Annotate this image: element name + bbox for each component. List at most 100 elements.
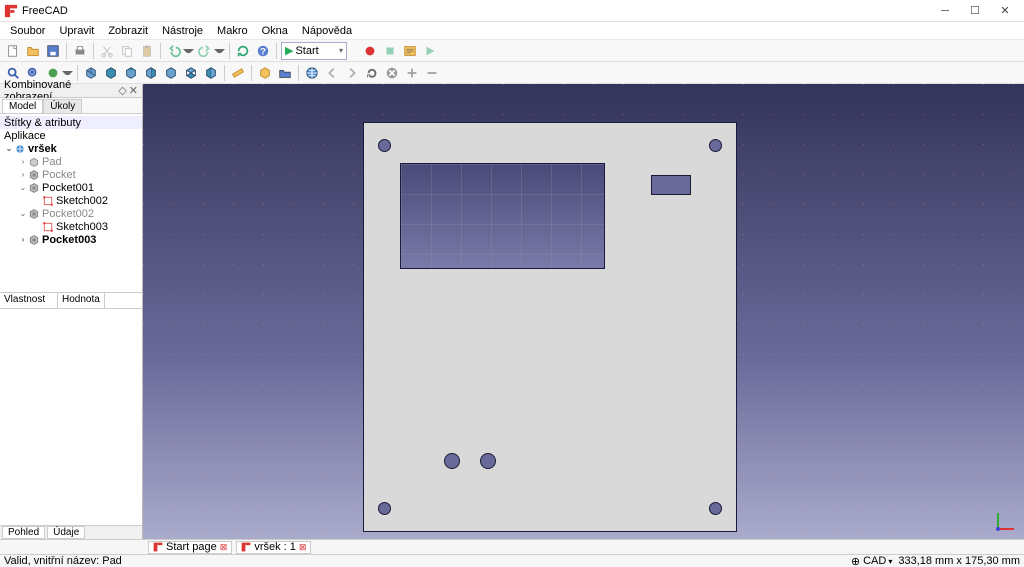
tree-twist-icon[interactable]: › — [18, 170, 28, 179]
tree-twist-icon[interactable]: ⌄ — [18, 209, 28, 218]
rear-view-icon[interactable] — [162, 64, 180, 82]
tree-item-sketch003[interactable]: Sketch003 — [0, 220, 142, 233]
hole-mid-right[interactable] — [480, 453, 496, 469]
doc-tab-vrsek[interactable]: vršek : 1 ⊠ — [236, 541, 311, 554]
maximize-button[interactable]: ☐ — [960, 0, 990, 22]
menu-file[interactable]: Soubor — [4, 24, 51, 38]
new-file-icon[interactable] — [4, 42, 22, 60]
help-icon[interactable]: ? — [254, 42, 272, 60]
run-macro-icon[interactable] — [421, 42, 439, 60]
tree-item-label: Pocket003 — [42, 234, 96, 246]
macros-icon[interactable] — [401, 42, 419, 60]
title-bar: FreeCAD ─ ☐ ✕ — [0, 0, 1024, 22]
save-file-icon[interactable] — [44, 42, 62, 60]
menu-edit[interactable]: Upravit — [53, 24, 100, 38]
top-view-icon[interactable] — [122, 64, 140, 82]
tab-model[interactable]: Model — [2, 99, 43, 113]
tree-twist-icon[interactable]: ⌄ — [4, 144, 14, 153]
nav-style-label[interactable]: CAD — [863, 555, 886, 567]
nav-reload-icon[interactable] — [363, 64, 381, 82]
tree-item-icon — [28, 169, 40, 181]
menu-view[interactable]: Zobrazit — [102, 24, 154, 38]
redo-dropdown-icon[interactable] — [214, 49, 225, 53]
tree-item-pocket002[interactable]: ⌄ Pocket002 — [0, 207, 142, 220]
group-icon[interactable] — [276, 64, 294, 82]
right-view-icon[interactable] — [142, 64, 160, 82]
tree-twist-icon[interactable]: › — [18, 235, 28, 244]
doc-tab-label: vršek : 1 — [254, 541, 296, 553]
nav-forward-icon[interactable] — [343, 64, 361, 82]
print-icon[interactable] — [71, 42, 89, 60]
workbench-selector[interactable]: ▶ Start ▾ — [281, 42, 347, 60]
record-macro-icon[interactable] — [361, 42, 379, 60]
nav-style-icon[interactable]: ⊕ — [851, 555, 860, 567]
tree-twist-icon[interactable]: › — [18, 157, 28, 166]
toolbar-view — [0, 62, 1024, 84]
paste-icon[interactable] — [138, 42, 156, 60]
tree-item-icon — [28, 156, 40, 168]
hole-top-right[interactable] — [709, 139, 722, 152]
draw-style-dropdown-icon[interactable] — [62, 71, 73, 75]
model-tree[interactable]: Štítky & atributy Aplikace ⌄vršek›Pad›Po… — [0, 114, 142, 293]
tree-item-pocket[interactable]: ›Pocket — [0, 168, 142, 181]
display-cutout[interactable] — [400, 163, 605, 269]
hole-top-left[interactable] — [378, 139, 391, 152]
combined-view-panel: Kombinované zobrazení ◇✕ Model Úkoly Ští… — [0, 84, 143, 539]
doc-tab-close-icon[interactable]: ⊠ — [299, 542, 307, 553]
panel-close-icon[interactable]: ✕ — [129, 84, 138, 97]
stop-macro-icon[interactable] — [381, 42, 399, 60]
tree-twist-icon[interactable]: ⌄ — [18, 183, 28, 192]
toolbar-main: ? ▶ Start ▾ — [0, 40, 1024, 62]
tree-item-vršek[interactable]: ⌄vršek — [0, 142, 142, 155]
svg-text:?: ? — [260, 46, 266, 57]
small-cutout[interactable] — [651, 175, 691, 195]
redo-icon[interactable] — [196, 42, 214, 60]
doc-tab-label: Start page — [166, 541, 217, 553]
tree-item-label: Pocket002 — [42, 208, 94, 220]
menu-tools[interactable]: Nástroje — [156, 24, 209, 38]
hole-mid-left[interactable] — [444, 453, 460, 469]
doc-tab-close-icon[interactable]: ⊠ — [220, 542, 228, 553]
refresh-icon[interactable] — [234, 42, 252, 60]
tree-item-pad[interactable]: ›Pad — [0, 155, 142, 168]
doc-tab-start[interactable]: Start page ⊠ — [148, 541, 232, 554]
hole-bottom-right[interactable] — [709, 502, 722, 515]
menu-help[interactable]: Nápověda — [296, 24, 358, 38]
minimize-button[interactable]: ─ — [930, 0, 960, 22]
zoom-out-icon[interactable] — [423, 64, 441, 82]
open-file-icon[interactable] — [24, 42, 42, 60]
hole-bottom-left[interactable] — [378, 502, 391, 515]
property-panel: Vlastnost Hodnota — [0, 293, 142, 525]
tree-header-app: Aplikace — [0, 129, 142, 142]
copy-icon[interactable] — [118, 42, 136, 60]
undo-dropdown-icon[interactable] — [183, 49, 194, 53]
undo-icon[interactable] — [165, 42, 183, 60]
play-arrow-icon: ▶ — [285, 44, 293, 57]
tree-item-pocket001[interactable]: ⌄Pocket001 — [0, 181, 142, 194]
tab-view[interactable]: Pohled — [2, 526, 45, 539]
menu-windows[interactable]: Okna — [256, 24, 294, 38]
part-icon[interactable] — [256, 64, 274, 82]
close-button[interactable]: ✕ — [990, 0, 1020, 22]
nav-back-icon[interactable] — [323, 64, 341, 82]
cut-icon[interactable] — [98, 42, 116, 60]
model-face[interactable] — [363, 122, 737, 532]
tree-item-label: Sketch002 — [56, 195, 108, 207]
tree-header-labels: Štítky & atributy — [0, 116, 142, 129]
prop-header-value: Hodnota — [58, 293, 105, 308]
tab-tasks[interactable]: Úkoly — [43, 99, 82, 113]
tree-item-pocket003[interactable]: › Pocket003 — [0, 233, 142, 246]
zoom-in-icon[interactable] — [403, 64, 421, 82]
tab-data[interactable]: Údaje — [47, 526, 85, 539]
tree-item-label: Sketch003 — [56, 221, 108, 233]
left-view-icon[interactable] — [202, 64, 220, 82]
tree-item-sketch002[interactable]: Sketch002 — [0, 194, 142, 207]
bottom-view-icon[interactable] — [182, 64, 200, 82]
nav-stop-icon[interactable] — [383, 64, 401, 82]
nav-style-dropdown-icon[interactable]: ▾ — [888, 557, 892, 566]
menu-macro[interactable]: Makro — [211, 24, 254, 38]
web-icon[interactable] — [303, 64, 321, 82]
panel-float-icon[interactable]: ◇ — [118, 84, 126, 97]
measure-icon[interactable] — [229, 64, 247, 82]
3d-viewport[interactable] — [143, 84, 1024, 539]
